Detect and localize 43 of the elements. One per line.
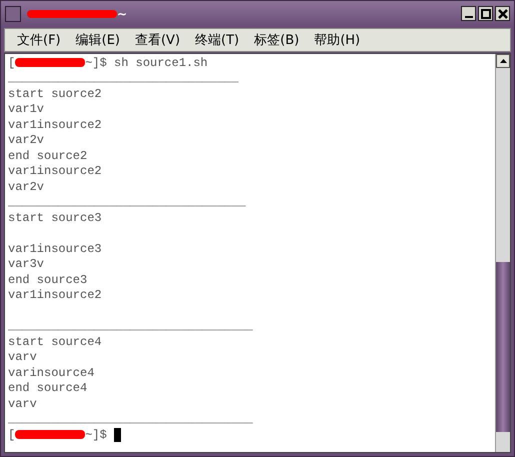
output-line: ________________________________ <box>8 70 238 86</box>
output-line: start suorce2 <box>8 86 102 102</box>
menu-item[interactable]: 查看(V) <box>134 31 180 49</box>
output-line: var2v <box>8 178 44 195</box>
close-button[interactable] <box>495 6 510 21</box>
output-line: end source3 <box>8 272 88 288</box>
scrollbar-thumb[interactable] <box>496 262 510 432</box>
output-line: var1insource2 <box>8 287 102 304</box>
output-line: end source4 <box>8 380 88 396</box>
output-line: end source2 <box>8 148 88 164</box>
menu-item[interactable]: 终端(T) <box>195 31 240 49</box>
output-line: var1insource2 <box>8 116 102 133</box>
output-line: var1insource2 <box>8 163 102 180</box>
output-line: var1v <box>8 101 44 118</box>
window-title: ~ <box>117 6 128 20</box>
menu-item[interactable]: 帮助(H) <box>314 31 360 49</box>
output-line: start source3 <box>8 210 102 226</box>
output-line: var1insource3 <box>8 240 102 257</box>
window-menu-button[interactable] <box>5 6 21 22</box>
output-line: varinsource4 <box>8 364 94 381</box>
menu-item[interactable]: 标签(B) <box>254 31 300 49</box>
prompt-text: ~]$ sh source1.sh <box>85 54 208 71</box>
prompt-text: [ <box>8 54 16 71</box>
output-line: start source4 <box>8 334 102 350</box>
output-line: varv <box>8 349 37 366</box>
menu-item[interactable]: 编辑(E) <box>76 31 120 49</box>
maximize-icon <box>480 8 490 18</box>
prompt-text: ~]$ <box>85 426 107 443</box>
prompt-text: [ <box>8 426 16 443</box>
scrollbar[interactable] <box>495 54 510 452</box>
scroll-up-button[interactable] <box>496 54 510 68</box>
maximize-button[interactable] <box>478 6 493 21</box>
menu-item[interactable]: 文件(F) <box>17 31 61 49</box>
output-line: __________________________________ <box>8 411 253 428</box>
up-arrow-icon <box>500 59 506 63</box>
output-line: __________________________________ <box>8 318 253 334</box>
close-icon <box>498 8 508 18</box>
minimize-icon <box>464 16 472 18</box>
output-line: varv <box>8 396 37 412</box>
output-line: _________________________________ <box>8 194 246 210</box>
minimize-button[interactable] <box>461 6 476 21</box>
output-line: var2v <box>8 132 44 148</box>
output-line: var3v <box>8 256 44 272</box>
